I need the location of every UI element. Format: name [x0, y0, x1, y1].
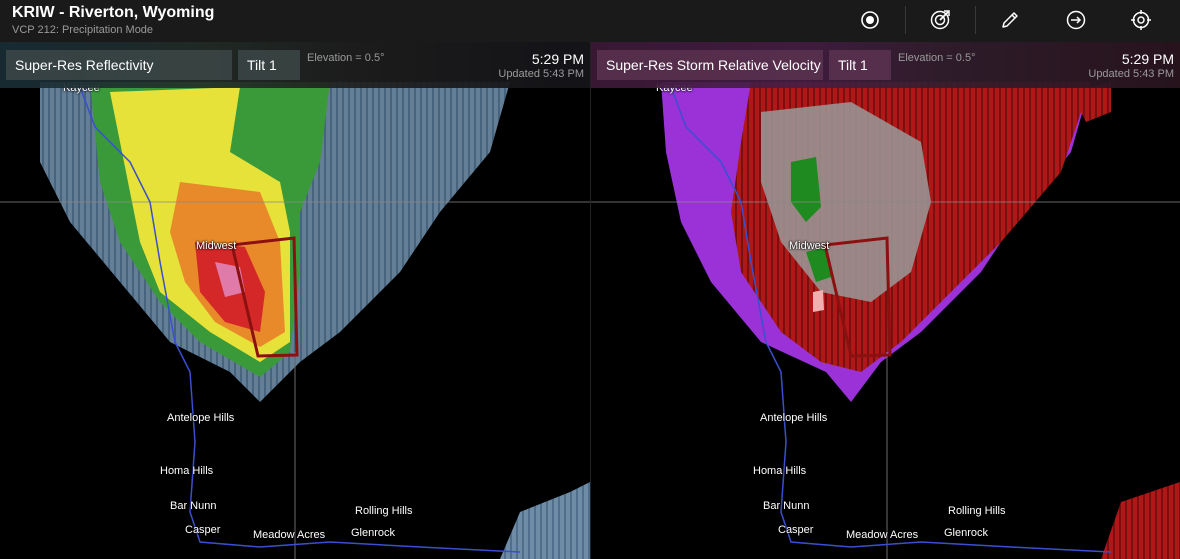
toolbar-divider	[975, 6, 976, 34]
town-label: Bar Nunn	[170, 500, 217, 512]
toolbar-divider	[905, 6, 906, 34]
reflectivity-se-echo	[500, 482, 590, 559]
radar-center-button[interactable]	[853, 4, 887, 36]
pencil-icon	[1002, 12, 1018, 28]
town-label: Meadow Acres	[846, 529, 919, 541]
radar-center-icon	[861, 11, 879, 29]
town-label: Glenrock	[944, 527, 989, 539]
circle-arrow-icon	[1066, 10, 1086, 30]
reflectivity-radar-map[interactable]	[0, 42, 590, 559]
radar-station-title: KRIW - Riverton, Wyoming	[12, 4, 215, 21]
town-label: Homa Hills	[160, 465, 214, 477]
town-label: Antelope Hills	[760, 412, 828, 424]
elevation-label: Elevation = 0.5°	[898, 52, 976, 64]
town-label: Midwest	[196, 240, 237, 252]
scan-time: 5:29 PM	[1121, 51, 1174, 67]
draw-button[interactable]	[993, 4, 1027, 36]
town-label: Casper	[778, 524, 814, 536]
loop-button[interactable]	[1059, 4, 1093, 36]
updated-time: Updated 5:43 PM	[1088, 68, 1174, 80]
elevation-label: Elevation = 0.5°	[307, 52, 385, 64]
tilt-selector[interactable]: Tilt 1	[238, 50, 300, 80]
velocity-couplet	[813, 290, 824, 312]
reflectivity-panel[interactable]: Kaycee Midwest Antelope Hills Homa Hills…	[0, 42, 590, 559]
velocity-radar-map[interactable]	[591, 42, 1180, 559]
radar-sweep-button[interactable]	[923, 4, 957, 36]
town-label: Midwest	[789, 240, 830, 252]
scan-time: 5:29 PM	[531, 51, 584, 67]
velocity-se-echo	[1101, 482, 1180, 559]
product-selector[interactable]: Super-Res Reflectivity	[6, 50, 232, 80]
town-label: Meadow Acres	[253, 529, 326, 541]
town-label: Homa Hills	[753, 465, 807, 477]
town-label: Antelope Hills	[167, 412, 235, 424]
town-label: Rolling Hills	[355, 505, 413, 517]
updated-time: Updated 5:43 PM	[498, 68, 584, 80]
locate-button[interactable]	[1124, 4, 1158, 36]
app-header: KRIW - Riverton, Wyoming VCP 212: Precip…	[0, 0, 1180, 42]
velocity-panel[interactable]: Kaycee Midwest Antelope Hills Homa Hills…	[590, 42, 1180, 559]
vcp-mode-label: VCP 212: Precipitation Mode	[12, 24, 154, 36]
crosshair-icon	[1131, 10, 1151, 30]
tilt-selector[interactable]: Tilt 1	[829, 50, 891, 80]
radar-sweep-icon	[930, 10, 950, 30]
town-label: Casper	[185, 524, 221, 536]
town-label: Rolling Hills	[948, 505, 1006, 517]
panel-header: Super-Res Storm Relative Velocity Tilt 1…	[591, 42, 1180, 88]
town-label: Bar Nunn	[763, 500, 810, 512]
town-label: Glenrock	[351, 527, 396, 539]
panel-header: Super-Res Reflectivity Tilt 1 Elevation …	[0, 42, 590, 88]
product-selector[interactable]: Super-Res Storm Relative Velocity	[597, 50, 823, 80]
